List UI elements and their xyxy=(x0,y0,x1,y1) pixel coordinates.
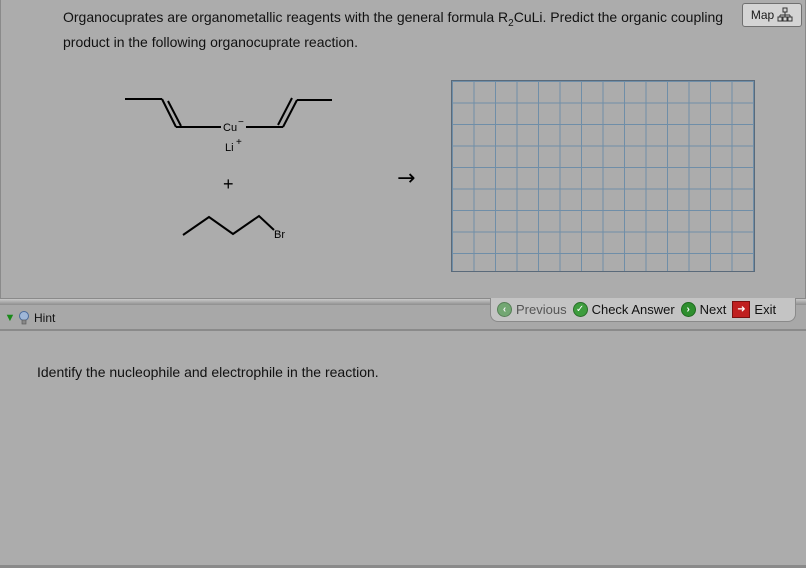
check-answer-button[interactable]: ✓ Check Answer xyxy=(572,302,675,317)
question-panel: Organocuprates are organometallic reagen… xyxy=(0,0,806,299)
navigation-bar: ‹ Previous ✓ Check Answer › Next ➜ Exit xyxy=(490,298,796,322)
hint-toggle-icon[interactable]: ▼ xyxy=(2,311,18,325)
check-icon: ✓ xyxy=(572,302,588,317)
li-charge: + xyxy=(236,137,242,148)
li-label: Li xyxy=(225,142,234,154)
reaction-arrow: → xyxy=(397,166,415,191)
plus-sign: + xyxy=(223,174,234,194)
next-button[interactable]: › Next xyxy=(680,302,727,317)
previous-icon: ‹ xyxy=(497,302,512,317)
drawing-canvas[interactable] xyxy=(451,80,755,272)
hint-panel: Identify the nucleophile and electrophil… xyxy=(0,331,806,568)
hint-text: Identify the nucleophile and electrophil… xyxy=(37,364,379,380)
exit-label: Exit xyxy=(754,302,777,317)
cu-label: Cu xyxy=(223,122,237,134)
lightbulb-icon xyxy=(19,311,29,325)
exit-button[interactable]: ➜ Exit xyxy=(732,301,776,318)
exit-icon: ➜ xyxy=(732,301,751,318)
bromobutane-molecule xyxy=(182,214,275,236)
previous-label: Previous xyxy=(516,302,567,317)
br-label: Br xyxy=(274,229,285,241)
cu-charge: − xyxy=(238,117,244,128)
next-label: Next xyxy=(699,302,727,317)
next-icon: › xyxy=(680,302,696,317)
check-answer-label: Check Answer xyxy=(591,302,675,317)
hint-label[interactable]: Hint xyxy=(34,311,55,325)
previous-button[interactable]: ‹ Previous xyxy=(497,302,567,317)
